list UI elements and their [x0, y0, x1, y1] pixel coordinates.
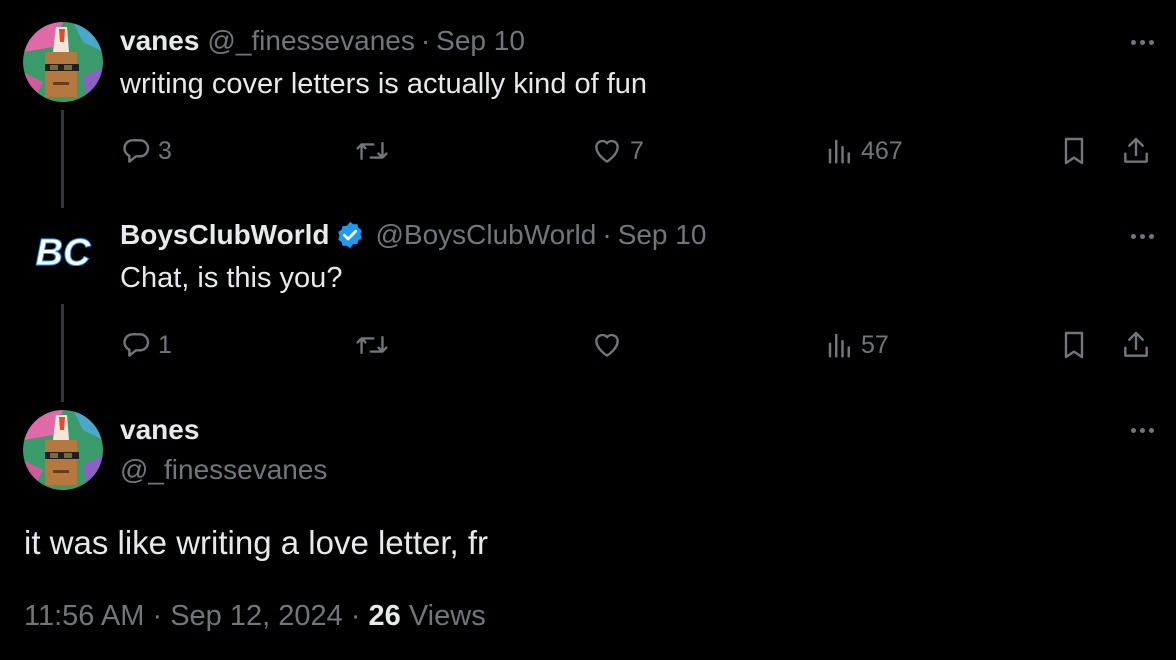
- tweet-header: BoysClubWorld @BoysClubWorld · Sep 10: [120, 219, 706, 251]
- handle[interactable]: @_finessevanes: [120, 454, 327, 486]
- views-button[interactable]: 57: [825, 329, 889, 361]
- more-icon[interactable]: [1131, 428, 1154, 433]
- share-button[interactable]: [1120, 135, 1152, 167]
- separator: ·: [602, 219, 612, 250]
- like-button[interactable]: [590, 329, 630, 361]
- tweet-thread: vanes @_finessevanes · Sep 10 writing co…: [0, 0, 1176, 660]
- more-icon[interactable]: [1131, 234, 1154, 239]
- avatar-vanes[interactable]: [23, 410, 103, 490]
- heart-icon: [595, 333, 619, 357]
- reply-button[interactable]: 3: [120, 135, 172, 167]
- tweet-text: Chat, is this you?: [120, 262, 343, 294]
- like-button[interactable]: 7: [590, 135, 644, 167]
- thread-connector: [61, 304, 64, 402]
- tweet-header: vanes @_finessevanes · Sep 10: [120, 25, 525, 57]
- reply-count: 3: [158, 136, 172, 165]
- reply-count: 1: [158, 330, 172, 359]
- share-button[interactable]: [1120, 329, 1152, 361]
- handle[interactable]: @BoysClubWorld: [375, 219, 596, 251]
- share-icon: [1124, 137, 1148, 163]
- display-name[interactable]: vanes: [120, 414, 199, 446]
- views-label: Views: [408, 600, 486, 632]
- punk-avatar-icon: [23, 410, 103, 490]
- avatar-boysclubworld[interactable]: BC: [23, 217, 103, 287]
- more-icon[interactable]: [1131, 40, 1154, 45]
- reply-icon: [123, 333, 150, 357]
- views-count: 57: [861, 330, 889, 359]
- separator: ·: [152, 600, 163, 632]
- bc-logo-text: BC: [36, 232, 91, 274]
- views-button[interactable]: 467: [825, 135, 903, 167]
- thread-connector: [61, 110, 64, 208]
- tweet-text: writing cover letters is actually kind o…: [120, 68, 648, 100]
- bookmark-icon: [1064, 137, 1084, 165]
- reply-icon: [123, 139, 150, 163]
- tweet-meta: 11:56 AM · Sep 12, 2024 · 26 Views: [24, 600, 486, 633]
- share-icon: [1124, 331, 1148, 357]
- bookmark-button[interactable]: [1058, 135, 1090, 167]
- handle[interactable]: @_finessevanes: [207, 25, 414, 57]
- repost-icon: [356, 335, 388, 355]
- repost-button[interactable]: [355, 135, 395, 167]
- repost-icon: [356, 141, 388, 161]
- views-count: 467: [861, 136, 903, 165]
- reply-button[interactable]: 1: [120, 329, 172, 361]
- bookmark-button[interactable]: [1058, 329, 1090, 361]
- verified-badge-icon: [335, 220, 365, 250]
- heart-icon: [595, 139, 619, 163]
- tweet-date[interactable]: Sep 10: [618, 219, 707, 251]
- avatar-vanes[interactable]: [23, 22, 103, 102]
- separator: ·: [350, 600, 361, 632]
- bc-logo-icon: BC: [23, 217, 103, 287]
- punk-avatar-icon: [23, 22, 103, 102]
- separator: ·: [420, 25, 431, 56]
- views-icon: [828, 333, 850, 358]
- tweet-date[interactable]: Sep 12, 2024: [170, 600, 343, 632]
- bookmark-icon: [1064, 331, 1084, 359]
- repost-button[interactable]: [355, 329, 395, 361]
- like-count: 7: [630, 136, 644, 165]
- display-name[interactable]: BoysClubWorld: [120, 219, 329, 251]
- views-icon: [828, 139, 850, 164]
- tweet-text: it was like writing a love letter, fr: [24, 524, 488, 561]
- display-name[interactable]: vanes: [120, 25, 199, 57]
- tweet-date[interactable]: Sep 10: [436, 25, 525, 57]
- views-count: 26: [368, 600, 401, 632]
- tweet-time[interactable]: 11:56 AM: [24, 600, 144, 632]
